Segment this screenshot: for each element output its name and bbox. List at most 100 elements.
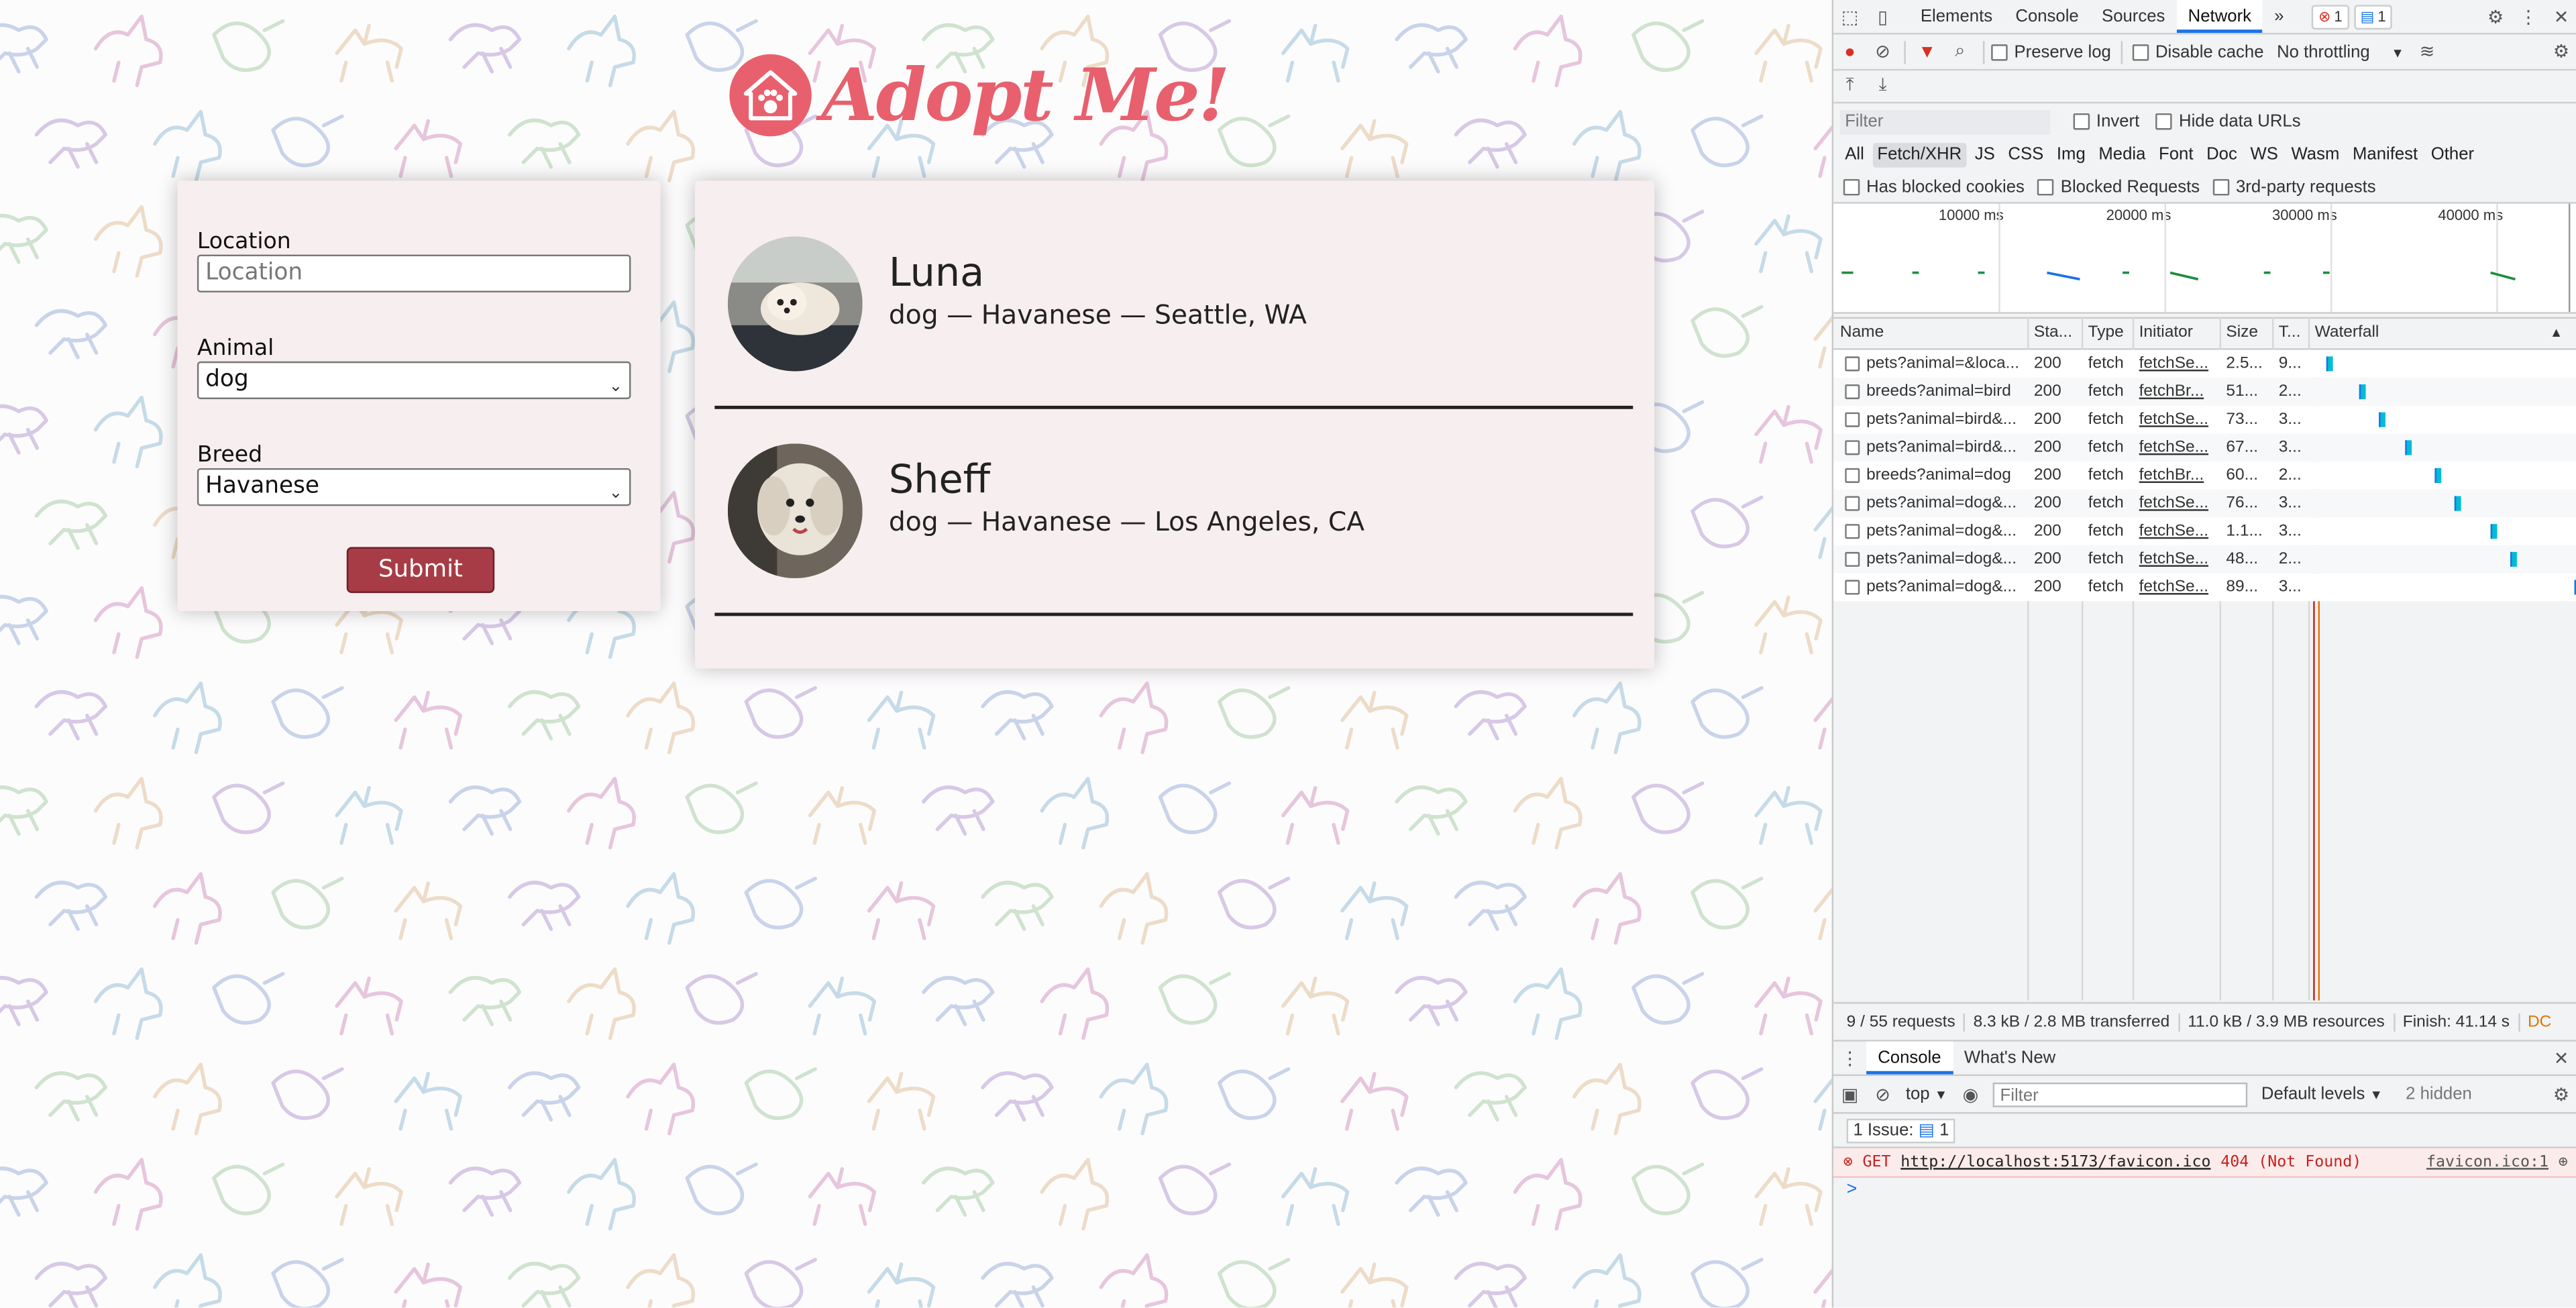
request-initiator[interactable]: fetchSe... — [2139, 517, 2215, 545]
location-input[interactable]: Location — [197, 254, 631, 292]
error-url-link[interactable]: http://localhost:5173/favicon.ico — [1900, 1153, 2210, 1171]
network-icon[interactable]: ⊕ — [2559, 1153, 2568, 1171]
row-checkbox[interactable] — [1845, 545, 1866, 574]
import-har-icon[interactable]: ⤒ — [1840, 76, 1860, 96]
clear-console-icon[interactable]: ⊘ — [1873, 1084, 1892, 1105]
clear-icon[interactable]: ⊘ — [1873, 42, 1892, 62]
request-initiator[interactable]: fetchBr... — [2139, 378, 2215, 406]
column-status[interactable]: Sta... — [2034, 319, 2080, 348]
row-checkbox[interactable] — [1845, 517, 1866, 545]
logo[interactable]: Adopt Me! — [729, 49, 1230, 141]
row-checkbox[interactable] — [1845, 574, 1866, 602]
column-time[interactable]: T... — [2279, 319, 2305, 348]
console-filter-input[interactable]: Filter — [1993, 1081, 2249, 1107]
network-filter-input[interactable]: Filter — [1839, 109, 2051, 134]
tab-sources[interactable]: Sources — [2090, 0, 2177, 33]
row-checkbox[interactable] — [1845, 434, 1866, 462]
has-blocked-cookies-checkbox[interactable]: Has blocked cookies — [1843, 176, 2025, 197]
request-initiator[interactable]: fetchSe... — [2139, 545, 2215, 574]
console-settings-gear-icon[interactable]: ⚙ — [2551, 1084, 2571, 1105]
column-name[interactable]: Name — [1840, 319, 2027, 348]
drawer-menu-icon[interactable]: ⋮ — [1840, 1048, 1860, 1069]
sort-ascending-icon[interactable]: ▲ — [2550, 319, 2569, 348]
search-icon[interactable]: ⌕ — [1950, 41, 1970, 61]
error-count-badge[interactable]: ⊗ 1 — [2312, 4, 2349, 29]
invert-checkbox[interactable]: Invert — [2073, 112, 2139, 131]
export-har-icon[interactable]: ⤓ — [1873, 76, 1892, 96]
record-icon[interactable]: ● — [1840, 42, 1860, 61]
network-conditions-icon[interactable]: ≋ — [2417, 42, 2436, 62]
table-row[interactable]: breeds?animal=dog 200 fetch fetchBr... 60...… — [1833, 461, 2576, 490]
log-levels-select[interactable]: Default levels ▼ — [2261, 1084, 2383, 1103]
type-filter-all[interactable]: All — [1840, 142, 1869, 167]
network-overview[interactable]: 10000 ms 20000 ms 30000 ms 40000 ms — [1833, 203, 2576, 314]
type-filter-other[interactable]: Other — [2426, 142, 2479, 167]
context-select[interactable]: top ▼ — [1906, 1084, 1947, 1103]
type-filter-fetch-xhr[interactable]: Fetch/XHR — [1872, 142, 1967, 167]
request-initiator[interactable]: fetchSe... — [2139, 434, 2215, 462]
type-filter-ws[interactable]: WS — [2245, 142, 2283, 167]
table-row[interactable]: pets?animal=dog&... 200 fetch fetchSe... 89.… — [1833, 573, 2576, 602]
error-source-link[interactable]: favicon.ico:1 — [2426, 1153, 2548, 1171]
type-filter-font[interactable]: Font — [2154, 142, 2198, 167]
disable-cache-checkbox[interactable]: Disable cache — [2132, 42, 2263, 62]
table-row[interactable]: pets?animal=bird&... 200 fetch fetchSe... 73… — [1833, 405, 2576, 434]
type-filter-wasm[interactable]: Wasm — [2286, 142, 2345, 167]
issues-button[interactable]: 1 Issue: ▤ 1 — [1846, 1118, 1956, 1143]
device-toolbar-icon[interactable]: ▯ — [1873, 7, 1892, 27]
type-filter-css[interactable]: CSS — [2003, 142, 2049, 167]
row-checkbox[interactable] — [1845, 490, 1866, 518]
row-checkbox[interactable] — [1845, 378, 1866, 406]
animal-select[interactable]: dog ⌄ — [197, 361, 631, 400]
close-drawer-icon[interactable]: ✕ — [2551, 1048, 2571, 1069]
type-filter-manifest[interactable]: Manifest — [2348, 142, 2423, 167]
network-settings-gear-icon[interactable]: ⚙ — [2551, 42, 2571, 62]
request-initiator[interactable]: fetchSe... — [2139, 574, 2215, 602]
tab-whats-new[interactable]: What's New — [1953, 1042, 2068, 1075]
kebab-menu-icon[interactable]: ⋮ — [2518, 7, 2538, 27]
table-row[interactable]: pets?animal=dog&... 200 fetch fetchSe... 48.… — [1833, 545, 2576, 574]
row-checkbox[interactable] — [1845, 350, 1866, 378]
submit-button[interactable]: Submit — [346, 547, 495, 594]
type-filter-js[interactable]: JS — [1970, 142, 2000, 167]
sidebar-toggle-icon[interactable]: ▣ — [1840, 1084, 1860, 1105]
table-row[interactable]: breeds?animal=bird 200 fetch fetchBr... 51..… — [1833, 378, 2576, 406]
tab-console[interactable]: Console — [2004, 0, 2090, 33]
row-checkbox[interactable] — [1845, 461, 1866, 490]
request-initiator[interactable]: fetchSe... — [2139, 406, 2215, 434]
type-filter-media[interactable]: Media — [2094, 142, 2151, 167]
table-row[interactable]: pets?animal=dog&... 200 fetch fetchSe... 76.… — [1833, 489, 2576, 518]
eye-icon[interactable]: ◉ — [1961, 1084, 1980, 1105]
type-filter-img[interactable]: Img — [2052, 142, 2091, 167]
column-initiator[interactable]: Initiator — [2139, 319, 2215, 348]
column-waterfall[interactable]: Waterfall — [2315, 319, 2479, 348]
tab-elements[interactable]: Elements — [1909, 0, 2004, 33]
preserve-log-checkbox[interactable]: Preserve log — [1991, 42, 2111, 62]
tab-network[interactable]: Network — [2176, 0, 2263, 33]
request-initiator[interactable]: fetchSe... — [2139, 350, 2215, 378]
request-initiator[interactable]: fetchSe... — [2139, 490, 2215, 518]
blocked-requests-checkbox[interactable]: Blocked Requests — [2037, 176, 2200, 197]
throttling-select[interactable]: No throttling ▼ — [2277, 42, 2404, 61]
filter-funnel-icon[interactable]: ▼ — [1917, 42, 1937, 61]
close-icon[interactable]: ✕ — [2551, 7, 2571, 27]
request-initiator[interactable]: fetchBr... — [2139, 461, 2215, 490]
pet-card-luna[interactable]: Luna dog — Havanese — Seattle, WA — [714, 213, 1633, 421]
settings-gear-icon[interactable]: ⚙ — [2485, 7, 2505, 27]
pet-card-sheff[interactable]: Sheff dog — Havanese — Los Angeles, CA — [714, 421, 1633, 628]
breed-select[interactable]: Havanese ⌄ — [197, 468, 631, 506]
inspect-element-icon[interactable]: ⬚ — [1840, 7, 1860, 27]
table-row[interactable]: pets?animal=&loca... 200 fetch fetchSe... 2.… — [1833, 349, 2576, 378]
type-filter-doc[interactable]: Doc — [2202, 142, 2242, 167]
column-type[interactable]: Type — [2088, 319, 2135, 348]
message-count-badge[interactable]: ▤ 1 — [2353, 4, 2393, 29]
third-party-requests-checkbox[interactable]: 3rd-party requests — [2212, 176, 2376, 197]
console-prompt[interactable]: > — [1847, 1179, 1858, 1199]
hide-data-urls-checkbox[interactable]: Hide data URLs — [2155, 112, 2301, 131]
more-tabs-button[interactable]: » — [2263, 0, 2296, 33]
table-row[interactable]: pets?animal=bird&... 200 fetch fetchSe... 67… — [1833, 433, 2576, 462]
tab-drawer-console[interactable]: Console — [1866, 1041, 1953, 1075]
row-checkbox[interactable] — [1845, 406, 1866, 434]
column-size[interactable]: Size — [2226, 319, 2272, 348]
table-row[interactable]: pets?animal=dog&... 200 fetch fetchSe... 1.1… — [1833, 517, 2576, 546]
